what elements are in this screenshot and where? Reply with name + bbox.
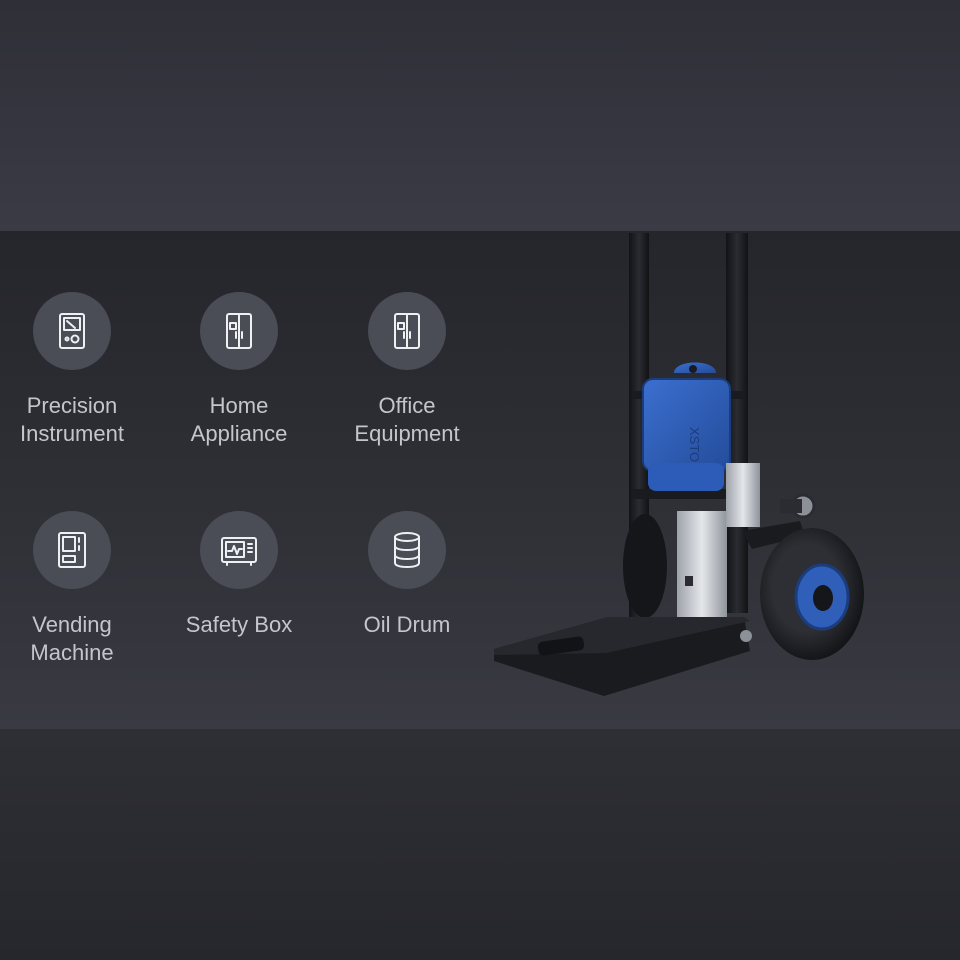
app-label: Vending Machine [30,612,114,665]
app-office-equipment: Office Equipment [322,292,492,448]
app-label: Office Equipment [354,393,460,446]
hand-truck-image: XSTO [480,231,900,711]
app-label: Oil Drum [363,612,451,637]
app-oil-drum: Oil Drum [322,511,492,639]
oil-drum-icon [368,511,446,589]
app-vending-machine: Vending Machine [0,511,157,667]
top-band [0,0,960,231]
safety-box-icon [200,511,278,589]
app-label: Safety Box [185,612,293,637]
vending-machine-icon [33,511,111,589]
cabinet-icon [368,292,446,370]
bottom-band [0,729,960,960]
app-label: Precision Instrument [20,393,124,446]
app-label: Home Appliance [190,393,288,446]
refrigerator-icon [200,292,278,370]
app-home-appliance: Home Appliance [154,292,324,448]
svg-text:XSTO: XSTO [687,427,702,462]
precision-instrument-icon [33,292,111,370]
app-precision-instrument: Precision Instrument [0,292,157,448]
app-safety-box: Safety Box [154,511,324,639]
